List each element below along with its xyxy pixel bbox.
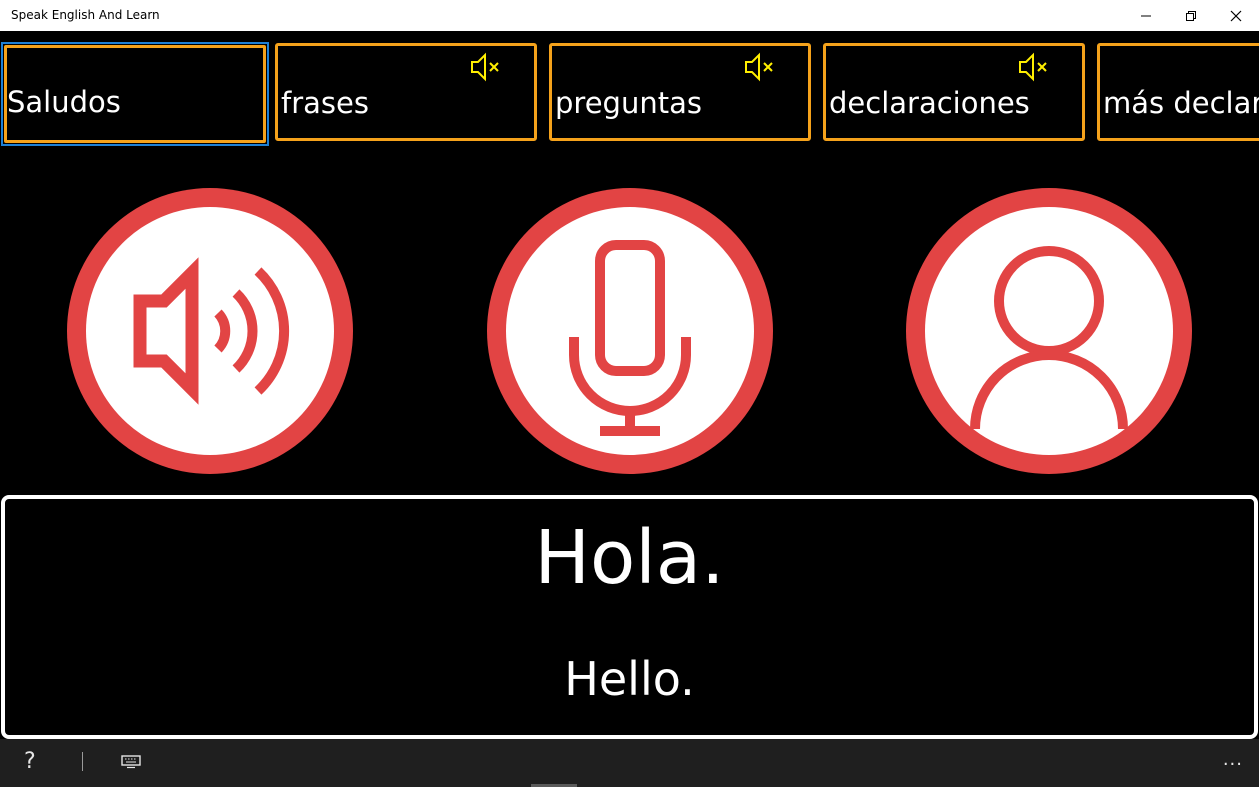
play-audio-button[interactable] xyxy=(67,188,353,474)
tab-label: preguntas xyxy=(555,86,702,120)
microphone-icon xyxy=(569,240,691,436)
tab-saludos[interactable]: Saludos xyxy=(1,42,269,146)
help-button[interactable]: ? xyxy=(24,749,36,774)
title-bar: Speak English And Learn xyxy=(0,0,1259,31)
window-title: Speak English And Learn xyxy=(11,8,160,22)
tab-label: declaraciones xyxy=(829,86,1030,120)
keyboard-icon[interactable] xyxy=(121,755,141,769)
mute-icon[interactable] xyxy=(1018,52,1054,82)
profile-button[interactable] xyxy=(906,188,1192,474)
tab-frases[interactable]: frases xyxy=(275,43,537,141)
phrase-translation: Hello. xyxy=(564,652,695,706)
minimize-button[interactable] xyxy=(1123,0,1169,31)
close-button[interactable] xyxy=(1213,0,1259,31)
button-face xyxy=(506,207,754,455)
mute-icon[interactable] xyxy=(744,52,780,82)
restore-icon xyxy=(1186,10,1196,21)
user-icon xyxy=(970,246,1128,430)
category-tabs: Saludos frases preguntas declaraciones m… xyxy=(0,41,1259,147)
tab-label: frases xyxy=(281,86,369,120)
record-button[interactable] xyxy=(487,188,773,474)
tab-label: más declaraciones xyxy=(1103,86,1259,120)
close-icon xyxy=(1230,10,1242,21)
restore-button[interactable] xyxy=(1168,0,1214,31)
more-options-button[interactable]: ... xyxy=(1223,749,1243,770)
button-face xyxy=(86,207,334,455)
phrase-text: Hola. xyxy=(534,515,725,601)
speaker-icon xyxy=(133,257,290,405)
mute-icon[interactable] xyxy=(470,52,506,82)
minimize-icon xyxy=(1141,15,1151,16)
tab-preguntas[interactable]: preguntas xyxy=(549,43,811,141)
app-bar: ? ... xyxy=(0,739,1259,787)
button-face xyxy=(925,207,1173,455)
divider xyxy=(82,752,83,771)
tab-declaraciones[interactable]: declaraciones xyxy=(823,43,1085,141)
phrase-panel: Hola. Hello. xyxy=(1,495,1258,739)
tab-mas-declaraciones[interactable]: más declaraciones xyxy=(1097,43,1259,141)
tab-label: Saludos xyxy=(7,85,121,119)
